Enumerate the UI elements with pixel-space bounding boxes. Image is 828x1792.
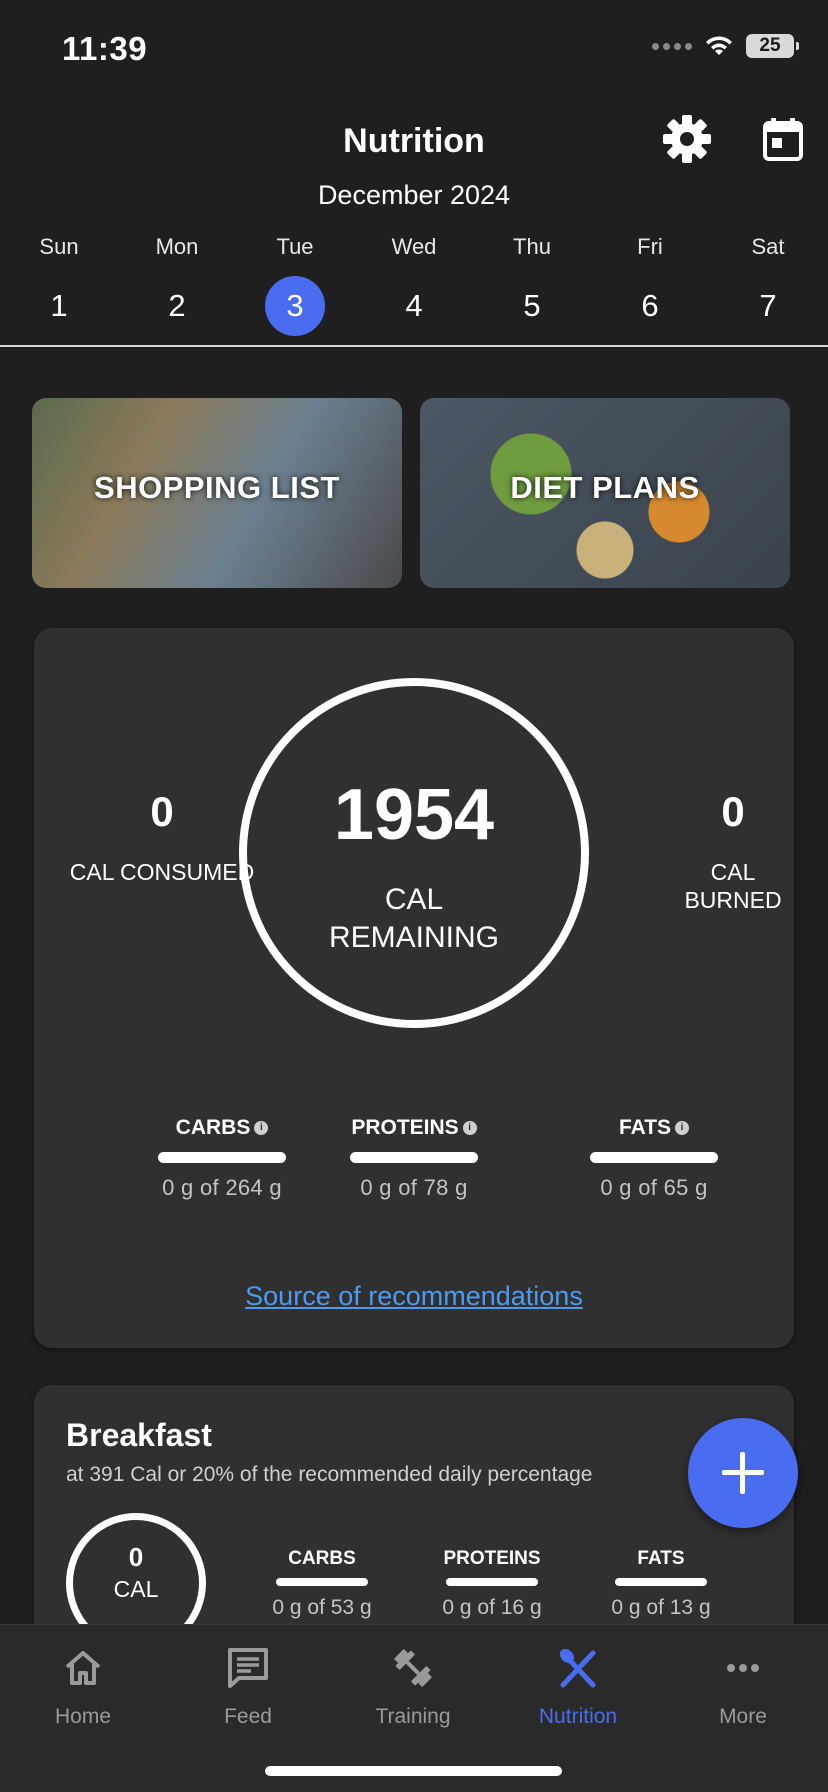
- cal-remaining-ring: 1954 CAL REMAINING: [239, 678, 589, 1028]
- tab-feed[interactable]: Feed: [178, 1643, 318, 1729]
- macro-name: CARBS: [175, 1116, 251, 1139]
- macro-proteins[interactable]: PROTEINS i 0 g of 78 g: [324, 1116, 504, 1201]
- status-time: 11:39: [62, 30, 148, 67]
- cal-remaining-label: CAL REMAINING: [328, 883, 499, 954]
- calendar-icon: [763, 118, 803, 161]
- info-icon: i: [462, 1121, 477, 1135]
- meal-macro-proteins: PROTEINS 0 g of 16 g: [417, 1548, 567, 1620]
- signal-icon: [652, 42, 692, 50]
- meal-macro-carbs: CARBS 0 g of 53 g: [247, 1548, 397, 1620]
- tab-label: Home: [54, 1705, 112, 1728]
- macro-amount: 0 g of 78 g: [360, 1175, 468, 1200]
- day-number-selected: 3: [265, 276, 325, 336]
- divider: [0, 345, 828, 347]
- tab-training[interactable]: Training: [343, 1643, 483, 1729]
- wifi-icon: [706, 36, 732, 55]
- status-bar: 11:39 25: [0, 0, 828, 100]
- meal-macro-bar: [446, 1578, 538, 1586]
- shopping-list-card[interactable]: SHOPPING LIST: [32, 398, 402, 588]
- meal-macro-name: PROTEINS: [443, 1548, 541, 1569]
- battery-icon: 25: [746, 34, 799, 58]
- day-name: Mon: [155, 234, 199, 259]
- breakfast-card[interactable]: Breakfast at 391 Cal or 20% of the recom…: [34, 1385, 794, 1653]
- cal-remaining-value: 1954: [333, 775, 495, 855]
- info-icon: i: [254, 1121, 269, 1135]
- tab-home[interactable]: Home: [13, 1643, 153, 1729]
- macro-name: FATS: [618, 1116, 672, 1139]
- day-name: Thu: [513, 234, 551, 259]
- status-icons: 25: [652, 34, 799, 58]
- week-selector: Sun 1 Mon 2 Tue 3 Wed 4 Thu 5 Fri 6 Sat …: [0, 232, 828, 342]
- macro-amount: 0 g of 65 g: [600, 1175, 708, 1200]
- dumbbell-icon: [394, 1649, 432, 1687]
- meal-macro-bar: [276, 1578, 368, 1586]
- info-icon: i: [675, 1121, 690, 1135]
- day-name: Sun: [39, 234, 79, 259]
- tab-label: Nutrition: [538, 1705, 618, 1728]
- day-mon[interactable]: Mon 2: [127, 232, 227, 336]
- meal-macro-amount: 0 g of 13 g: [611, 1596, 711, 1619]
- month-label: December 2024: [317, 180, 511, 210]
- tab-more[interactable]: More: [673, 1643, 813, 1729]
- cal-burned-value: 0: [721, 788, 745, 835]
- cal-burned-label: CAL BURNED: [684, 859, 782, 913]
- home-indicator: [265, 1766, 562, 1776]
- macro-progress-bar: [350, 1152, 478, 1163]
- more-icon: [727, 1664, 759, 1672]
- day-wed[interactable]: Wed 4: [364, 232, 464, 336]
- meal-macro-bar: [615, 1578, 707, 1586]
- feed-icon: [228, 1648, 268, 1688]
- macro-amount: 0 g of 264 g: [162, 1175, 282, 1200]
- source-of-recommendations-link[interactable]: Source of recommendations: [34, 1281, 794, 1312]
- cal-consumed-stat: 0 CAL CONSUMED: [67, 788, 257, 886]
- tab-label: Feed: [224, 1705, 272, 1728]
- utensils-icon: [559, 1648, 596, 1688]
- meal-macro-name: FATS: [637, 1548, 685, 1569]
- day-name: Wed: [391, 234, 437, 259]
- tab-nutrition[interactable]: Nutrition: [508, 1643, 648, 1729]
- shopping-list-label: SHOPPING LIST: [94, 470, 340, 505]
- calendar-button[interactable]: [756, 112, 810, 166]
- tab-label: Training: [375, 1705, 451, 1728]
- meal-macro-amount: 0 g of 16 g: [442, 1596, 542, 1619]
- add-meal-button[interactable]: [688, 1418, 798, 1528]
- meal-cal-label: CAL: [113, 1576, 159, 1602]
- meal-cal-value: 0: [128, 1542, 144, 1572]
- diet-plans-label: DIET PLANS: [510, 470, 700, 505]
- calorie-summary-card: 0 CAL CONSUMED 1954 CAL REMAINING 0 CAL …: [34, 628, 794, 1348]
- day-sat[interactable]: Sat 7: [718, 232, 818, 336]
- day-name: Fri: [637, 234, 663, 259]
- day-fri[interactable]: Fri 6: [600, 232, 700, 336]
- day-number: 5: [523, 288, 541, 323]
- home-icon: [65, 1651, 101, 1685]
- gear-icon: [663, 115, 711, 163]
- day-tue[interactable]: Tue 3: [245, 232, 345, 336]
- day-name: Tue: [276, 234, 314, 259]
- macro-name: PROTEINS: [351, 1116, 459, 1139]
- macro-progress-bar: [158, 1152, 286, 1163]
- day-number: 4: [405, 288, 423, 323]
- day-number: 7: [759, 288, 777, 323]
- settings-button[interactable]: [660, 112, 714, 166]
- macro-fats[interactable]: FATS i 0 g of 65 g: [564, 1116, 744, 1201]
- macro-progress-bar: [590, 1152, 718, 1163]
- day-number: 1: [50, 288, 68, 323]
- meal-title: Breakfast: [66, 1417, 212, 1453]
- meal-macro-amount: 0 g of 53 g: [272, 1596, 372, 1619]
- cal-consumed-value: 0: [150, 788, 174, 835]
- cal-burned-stat: 0 CAL BURNED: [638, 788, 828, 914]
- cal-consumed-label: CAL CONSUMED: [69, 859, 255, 885]
- meal-macro-name: CARBS: [288, 1548, 356, 1569]
- day-number: 2: [168, 288, 186, 323]
- meal-macro-fats: FATS 0 g of 13 g: [586, 1548, 736, 1620]
- tab-label: More: [719, 1705, 767, 1728]
- day-number: 6: [641, 288, 659, 323]
- day-sun[interactable]: Sun 1: [9, 232, 109, 336]
- macro-carbs[interactable]: CARBS i 0 g of 264 g: [132, 1116, 312, 1201]
- day-thu[interactable]: Thu 5: [482, 232, 582, 336]
- day-name: Sat: [751, 234, 785, 259]
- meal-subtitle: at 391 Cal or 20% of the recommended dai…: [66, 1463, 593, 1486]
- diet-plans-card[interactable]: DIET PLANS: [420, 398, 790, 588]
